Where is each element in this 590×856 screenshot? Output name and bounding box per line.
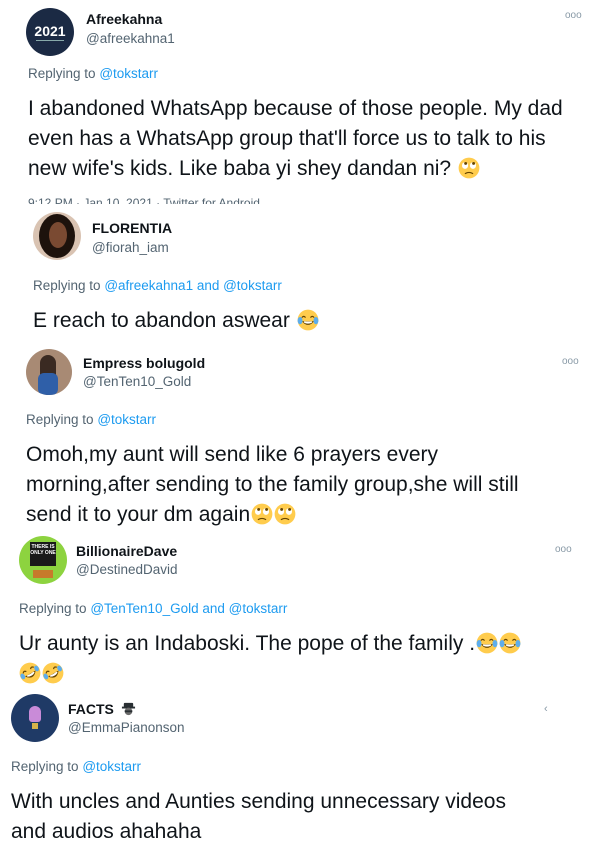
tweet-text: With uncles and Aunties sending unnecess… bbox=[11, 787, 581, 847]
replying-to: Replying to @tokstarr bbox=[28, 66, 158, 81]
rolling-eyes-emoji bbox=[274, 503, 296, 525]
replying-to: Replying to @TenTen10_Gold and @tokstarr bbox=[19, 601, 287, 616]
avatar-base bbox=[32, 723, 38, 729]
user-handle[interactable]: @fiorah_iam bbox=[92, 240, 169, 255]
replying-to: Replying to @afreekahna1 and @tokstarr bbox=[33, 278, 282, 293]
tweet[interactable]: 2021 Afreekahna @afreekahna1 ooo Replyin… bbox=[0, 0, 590, 204]
tweet-text-line: With uncles and Aunties sending unnecess… bbox=[11, 790, 506, 813]
display-name[interactable]: BillionaireDave bbox=[76, 543, 177, 559]
avatar[interactable]: THERE IS ONLY ONE bbox=[19, 536, 67, 584]
reply-mentions[interactable]: @tokstarr bbox=[82, 759, 141, 774]
rofl-emoji bbox=[42, 662, 64, 684]
tweet[interactable]: FLORENTIA @fiorah_iam Replying to @afree… bbox=[0, 204, 590, 345]
user-handle[interactable]: @TenTen10_Gold bbox=[83, 374, 191, 389]
replying-to: Replying to @tokstarr bbox=[26, 412, 156, 427]
display-name[interactable]: Afreekahna bbox=[86, 11, 162, 27]
display-name[interactable]: FACTS bbox=[68, 701, 136, 717]
tweet-text-line-wrap: Ur aunty is an Indaboski. The pope of th… bbox=[19, 629, 579, 659]
rolling-eyes-emoji bbox=[251, 503, 273, 525]
avatar-label: 2021 bbox=[34, 23, 66, 39]
tweet-text-content: Ur aunty is an Indaboski. The pope of th… bbox=[19, 632, 476, 655]
tweet[interactable]: THERE IS ONLY ONE BillionaireDave @Desti… bbox=[0, 533, 590, 691]
avatar[interactable] bbox=[33, 212, 81, 260]
more-horizontal-icon[interactable]: ooo bbox=[562, 357, 579, 367]
avatar[interactable] bbox=[11, 694, 59, 742]
replying-to-label: Replying to bbox=[26, 412, 94, 427]
display-name[interactable]: Empress bolugold bbox=[83, 355, 205, 371]
avatar-underline bbox=[36, 40, 64, 41]
tweet-text-line: and audios ahahaha bbox=[11, 820, 202, 843]
tweet-text-line: morning,after sending to the family grou… bbox=[26, 473, 519, 496]
rofl-emoji bbox=[19, 662, 41, 684]
tweet[interactable]: Empress bolugold @TenTen10_Gold ooo Repl… bbox=[0, 345, 590, 533]
detective-emoji bbox=[121, 702, 135, 716]
display-name[interactable]: FLORENTIA bbox=[92, 220, 172, 236]
reply-mentions[interactable]: @tokstarr bbox=[97, 412, 156, 427]
avatar-face bbox=[49, 222, 67, 248]
rolling-eyes-emoji bbox=[458, 157, 480, 179]
tweet-text: E reach to abandon aswear bbox=[33, 306, 573, 336]
user-handle[interactable]: @afreekahna1 bbox=[86, 31, 175, 46]
tweet-text-line-wrap bbox=[19, 659, 579, 689]
tweet-text: Omoh,my aunt will send like 6 prayers ev… bbox=[26, 440, 581, 530]
tweet-text-line: Omoh,my aunt will send like 6 prayers ev… bbox=[26, 443, 438, 466]
avatar[interactable]: 2021 bbox=[26, 8, 74, 56]
reply-mentions[interactable]: @afreekahna1 and @tokstarr bbox=[104, 278, 282, 293]
tears-of-joy-emoji bbox=[499, 632, 521, 654]
tweet-text: I abandoned WhatsApp because of those pe… bbox=[28, 94, 573, 184]
tweet-text-line: send it to your dm again bbox=[26, 503, 251, 526]
avatar-label: THERE IS ONLY ONE bbox=[30, 544, 56, 556]
timestamp[interactable]: 9:12 PM · Jan 10, 2021 · Twitter for And… bbox=[28, 196, 260, 204]
avatar[interactable] bbox=[26, 349, 72, 395]
tweet-text-content: E reach to abandon aswear bbox=[33, 309, 290, 332]
tears-of-joy-emoji bbox=[297, 309, 319, 331]
avatar-bulb bbox=[29, 706, 41, 722]
more-horizontal-icon[interactable]: ooo bbox=[565, 11, 582, 21]
reply-mentions[interactable]: @TenTen10_Gold and @tokstarr bbox=[90, 601, 287, 616]
display-name-text: FACTS bbox=[68, 701, 114, 717]
tweet-text: Ur aunty is an Indaboski. The pope of th… bbox=[19, 629, 579, 689]
tweet-text-line-wrap: send it to your dm again bbox=[26, 500, 581, 530]
user-handle[interactable]: @EmmaPianonson bbox=[68, 720, 185, 735]
replying-to: Replying to @tokstarr bbox=[11, 759, 141, 774]
replying-to-label: Replying to bbox=[11, 759, 79, 774]
avatar-stand bbox=[33, 570, 53, 578]
more-horizontal-icon[interactable]: ooo bbox=[555, 545, 572, 555]
tweet-text-content: I abandoned WhatsApp because of those pe… bbox=[28, 97, 563, 180]
user-handle[interactable]: @DestinedDavid bbox=[76, 562, 178, 577]
replying-to-label: Replying to bbox=[33, 278, 101, 293]
reply-mentions[interactable]: @tokstarr bbox=[99, 66, 158, 81]
replying-to-label: Replying to bbox=[19, 601, 87, 616]
tweet[interactable]: FACTS @EmmaPianonson ‹ Replying to @toks… bbox=[0, 691, 590, 856]
chevron-icon[interactable]: ‹ bbox=[544, 704, 548, 715]
avatar-dress bbox=[38, 373, 58, 395]
replying-to-label: Replying to bbox=[28, 66, 96, 81]
tears-of-joy-emoji bbox=[476, 632, 498, 654]
